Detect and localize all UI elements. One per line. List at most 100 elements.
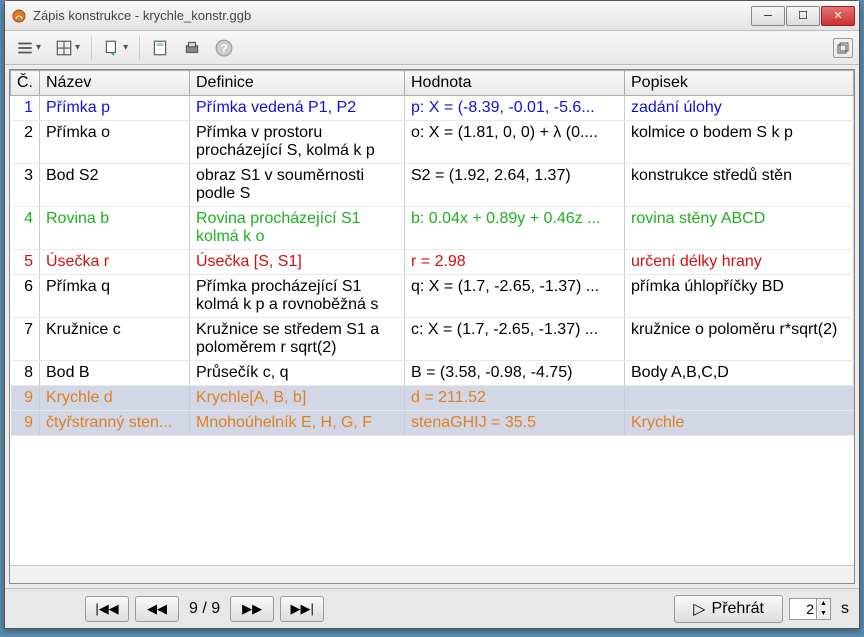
cell-value[interactable]: B = (3.58, -0.98, -4.75) (405, 361, 625, 386)
toolbar-separator (139, 36, 140, 60)
cell-name[interactable]: Přímka p (40, 96, 190, 121)
menu-icon (16, 39, 34, 57)
cell-definition[interactable]: Krychle[A, B, b] (190, 386, 405, 411)
prev-step-button[interactable]: ◀◀ (135, 596, 179, 622)
cell-definition[interactable]: obraz S1 v souměrnosti podle S (190, 164, 405, 207)
maximize-button[interactable]: ☐ (786, 6, 820, 26)
table-row[interactable]: 8Bod BPrůsečík c, qB = (3.58, -0.98, -4.… (11, 361, 854, 386)
table-row[interactable]: 5Úsečka rÚsečka [S, S1]r = 2.98určení dé… (11, 250, 854, 275)
cell-value[interactable]: b: 0.04x + 0.89y + 0.46z ... (405, 207, 625, 250)
cell-name[interactable]: Krychle d (40, 386, 190, 411)
col-name[interactable]: Název (40, 71, 190, 96)
content-area: Č. Název Definice Hodnota Popisek 1Přímk… (9, 69, 855, 584)
play-button[interactable]: ▷ Přehrát (674, 595, 783, 623)
cell-caption[interactable]: kružnice o poloměru r*sqrt(2) (625, 318, 854, 361)
cell-name[interactable]: čtyřstranný sten... (40, 411, 190, 436)
cell-caption[interactable]: zadání úlohy (625, 96, 854, 121)
cell-definition[interactable]: Přímka vedená P1, P2 (190, 96, 405, 121)
cell-value[interactable]: S2 = (1.92, 2.64, 1.37) (405, 164, 625, 207)
seconds-input[interactable] (790, 599, 816, 619)
detach-button[interactable] (833, 38, 853, 58)
columns-dropdown[interactable] (50, 35, 85, 61)
cell-definition[interactable]: Úsečka [S, S1] (190, 250, 405, 275)
seconds-spinner[interactable]: ▲ ▼ (789, 598, 831, 620)
cell-caption[interactable]: Krychle (625, 411, 854, 436)
help-button[interactable]: ? (210, 35, 238, 61)
options-dropdown[interactable] (98, 35, 133, 61)
cell-definition[interactable]: Mnohoúhelník E, H, G, F (190, 411, 405, 436)
grid-icon (55, 39, 73, 57)
cell-number[interactable]: 9 (11, 411, 40, 436)
cell-caption[interactable]: přímka úhlopříčky BD (625, 275, 854, 318)
cell-definition[interactable]: Přímka v prostoru procházející S, kolmá … (190, 121, 405, 164)
cell-name[interactable]: Přímka q (40, 275, 190, 318)
cell-number[interactable]: 7 (11, 318, 40, 361)
toolbar-separator (91, 36, 92, 60)
table-row[interactable]: 9Krychle dKrychle[A, B, b]d = 211.52 (11, 386, 854, 411)
export-button[interactable] (146, 35, 174, 61)
cell-name[interactable]: Bod S2 (40, 164, 190, 207)
table-row[interactable]: 3Bod S2obraz S1 v souměrnosti podle SS2 … (11, 164, 854, 207)
window-title: Zápis konstrukce - krychle_konstr.ggb (33, 8, 751, 23)
first-step-button[interactable]: |◀◀ (85, 596, 129, 622)
horizontal-scrollbar[interactable] (10, 565, 854, 583)
table-row[interactable]: 1Přímka pPřímka vedená P1, P2p: X = (-8.… (11, 96, 854, 121)
last-step-button[interactable]: ▶▶| (280, 596, 324, 622)
step-position: 9 / 9 (185, 600, 224, 618)
print-icon (183, 39, 201, 57)
cell-number[interactable]: 3 (11, 164, 40, 207)
cell-number[interactable]: 8 (11, 361, 40, 386)
cell-number[interactable]: 9 (11, 386, 40, 411)
cell-name[interactable]: Úsečka r (40, 250, 190, 275)
table-row[interactable]: 7Kružnice cKružnice se středem S1 a polo… (11, 318, 854, 361)
window-buttons: ─ ☐ ✕ (751, 6, 855, 26)
cell-definition[interactable]: Průsečík c, q (190, 361, 405, 386)
construction-table[interactable]: Č. Název Definice Hodnota Popisek 1Přímk… (10, 70, 854, 565)
cell-value[interactable]: q: X = (1.7, -2.65, -1.37) ... (405, 275, 625, 318)
cell-name[interactable]: Přímka o (40, 121, 190, 164)
cell-number[interactable]: 6 (11, 275, 40, 318)
cell-caption[interactable]: konstrukce středů stěn (625, 164, 854, 207)
table-row[interactable]: 6Přímka qPřímka procházející S1 kolmá k … (11, 275, 854, 318)
cell-value[interactable]: stenaGHIJ = 35.5 (405, 411, 625, 436)
cell-caption[interactable]: Body A,B,C,D (625, 361, 854, 386)
col-caption[interactable]: Popisek (625, 71, 854, 96)
cell-value[interactable]: p: X = (-8.39, -0.01, -5.6... (405, 96, 625, 121)
cell-caption[interactable]: kolmice o bodem S k p (625, 121, 854, 164)
table-row[interactable]: 4Rovina bRovina procházející S1 kolmá k … (11, 207, 854, 250)
cell-definition[interactable]: Přímka procházející S1 kolmá k p a rovno… (190, 275, 405, 318)
cell-caption[interactable]: určení délky hrany (625, 250, 854, 275)
app-window: Zápis konstrukce - krychle_konstr.ggb ─ … (4, 0, 860, 629)
cell-caption[interactable]: rovina stěny ABCD (625, 207, 854, 250)
cell-name[interactable]: Rovina b (40, 207, 190, 250)
col-number[interactable]: Č. (11, 71, 40, 96)
cell-caption[interactable] (625, 386, 854, 411)
header-row: Č. Název Definice Hodnota Popisek (11, 71, 854, 96)
cell-number[interactable]: 4 (11, 207, 40, 250)
table-row[interactable]: 2Přímka oPřímka v prostoru procházející … (11, 121, 854, 164)
spinner-down[interactable]: ▼ (816, 609, 830, 619)
titlebar: Zápis konstrukce - krychle_konstr.ggb ─ … (5, 1, 859, 31)
minimize-button[interactable]: ─ (751, 6, 785, 26)
next-step-button[interactable]: ▶▶ (230, 596, 274, 622)
cell-value[interactable]: c: X = (1.7, -2.65, -1.37) ... (405, 318, 625, 361)
cell-value[interactable]: o: X = (1.81, 0, 0) + λ (0.... (405, 121, 625, 164)
cell-definition[interactable]: Rovina procházející S1 kolmá k o (190, 207, 405, 250)
cell-name[interactable]: Kružnice c (40, 318, 190, 361)
svg-text:?: ? (220, 41, 228, 55)
help-icon: ? (215, 39, 233, 57)
cell-number[interactable]: 2 (11, 121, 40, 164)
cell-number[interactable]: 1 (11, 96, 40, 121)
col-value[interactable]: Hodnota (405, 71, 625, 96)
cell-value[interactable]: r = 2.98 (405, 250, 625, 275)
menu-dropdown[interactable] (11, 35, 46, 61)
cell-definition[interactable]: Kružnice se středem S1 a poloměrem r sqr… (190, 318, 405, 361)
cell-name[interactable]: Bod B (40, 361, 190, 386)
cell-value[interactable]: d = 211.52 (405, 386, 625, 411)
close-button[interactable]: ✕ (821, 6, 855, 26)
print-button[interactable] (178, 35, 206, 61)
table-row[interactable]: 9čtyřstranný sten...Mnohoúhelník E, H, G… (11, 411, 854, 436)
spinner-up[interactable]: ▲ (816, 599, 830, 609)
cell-number[interactable]: 5 (11, 250, 40, 275)
col-definition[interactable]: Definice (190, 71, 405, 96)
